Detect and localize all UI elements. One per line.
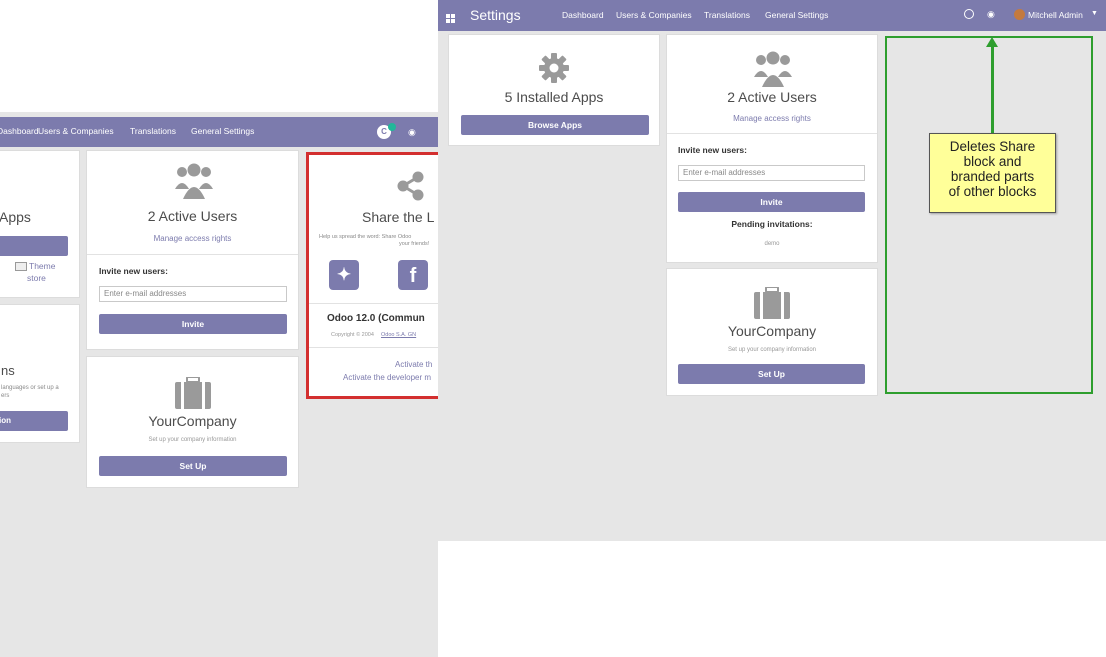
users-group-icon — [752, 51, 794, 87]
share-desc: Help us spread the word: Share Odoo — [319, 234, 412, 240]
translations-desc-2: ers — [1, 393, 10, 399]
share-card-highlight: Share the L Help us spread the word: Sha… — [306, 152, 438, 399]
annotation-note: Deletes Share block and branded parts of… — [929, 133, 1056, 213]
briefcase-icon — [175, 377, 211, 409]
gear-icon — [538, 52, 570, 84]
annotation-arrow-shaft — [991, 46, 994, 135]
comparison-canvas: Dashboard Users & Companies Translations… — [0, 0, 1106, 657]
copyright-link[interactable]: Odoo S.A. GN — [381, 332, 416, 338]
activate-developer-assets-link[interactable]: Activate the developer m — [343, 373, 431, 382]
invite-email-input[interactable]: Enter e-mail addresses — [99, 286, 287, 302]
browse-apps-button[interactable]: Browse Apps — [461, 115, 649, 135]
chat-icon[interactable]: ◉ — [408, 127, 416, 138]
twitter-icon[interactable]: ✦ — [329, 260, 359, 290]
nav-translations[interactable]: Translations — [130, 126, 176, 136]
nav-dashboard[interactable]: Dashboard — [562, 10, 604, 20]
company-desc: Set up your company information — [148, 437, 237, 443]
nav-users-companies[interactable]: Users & Companies — [616, 10, 692, 20]
activity-clock-icon[interactable] — [964, 9, 974, 19]
users-card: 2 Active Users Manage access rights Invi… — [86, 150, 299, 350]
nav-general-settings[interactable]: General Settings — [191, 126, 254, 136]
navbar: Settings Dashboard Users & Companies Tra… — [438, 0, 1106, 31]
users-card: 2 Active Users Manage access rights Invi… — [666, 34, 878, 263]
chat-icon[interactable]: ◉ — [987, 9, 995, 20]
annotation-line-2: block and — [963, 154, 1022, 169]
avatar[interactable] — [1014, 9, 1025, 20]
navbar: Dashboard Users & Companies Translations… — [0, 117, 438, 147]
chevron-down-icon[interactable]: ▼ — [1091, 10, 1098, 17]
users-group-icon — [173, 163, 215, 199]
annotation-line-4: of other blocks — [948, 184, 1037, 199]
installed-apps-title: 5 Installed Apps — [504, 89, 604, 105]
apps-menu-icon[interactable] — [446, 10, 455, 28]
invite-label: Invite new users: — [99, 266, 168, 276]
manage-access-link[interactable]: Manage access rights — [667, 114, 877, 123]
company-title: YourCompany — [148, 413, 237, 429]
divider — [87, 254, 298, 255]
user-menu[interactable]: Mitchell Admin — [1028, 10, 1083, 20]
translations-card: ns languages or set up a ers ion — [0, 304, 80, 443]
activity-count-badge — [388, 123, 396, 131]
theme-store-link[interactable]: Theme — [29, 261, 55, 271]
share-title: Share the L — [362, 209, 435, 225]
users-title: 2 Active Users — [727, 89, 817, 105]
divider — [309, 303, 438, 304]
apps-card: Apps Theme store — [0, 150, 80, 298]
annotation-line-1: Deletes Share — [949, 139, 1036, 154]
share-desc-2: your friends! — [399, 241, 430, 247]
copyright-text: Copyright © 2004 — [331, 332, 374, 338]
company-card: YourCompany Set up your company informat… — [86, 356, 299, 488]
app-title: Settings — [470, 7, 521, 23]
nav-general-settings[interactable]: General Settings — [765, 10, 828, 20]
invite-button[interactable]: Invite — [99, 314, 287, 334]
divider — [309, 347, 438, 348]
after-screenshot: Settings Dashboard Users & Companies Tra… — [438, 0, 1106, 541]
translations-desc: languages or set up a — [1, 385, 59, 391]
divider — [667, 133, 877, 134]
nav-dashboard[interactable]: Dashboard — [0, 126, 39, 136]
removed-block-outline — [885, 36, 1093, 394]
apps-card: 5 Installed Apps Browse Apps — [448, 34, 660, 146]
translations-title: ns — [1, 363, 15, 378]
annotation-line-3: branded parts — [950, 169, 1035, 184]
facebook-icon[interactable]: f — [398, 260, 428, 290]
manage-access-link[interactable]: Manage access rights — [87, 234, 298, 243]
apps-title: Apps — [0, 209, 31, 225]
invite-label: Invite new users: — [678, 145, 747, 155]
invite-button[interactable]: Invite — [678, 192, 865, 212]
nav-translations[interactable]: Translations — [704, 10, 750, 20]
company-title: YourCompany — [727, 323, 817, 339]
theme-store-icon[interactable] — [15, 262, 27, 271]
invite-email-input[interactable]: Enter e-mail addresses — [678, 165, 865, 181]
nav-users-companies[interactable]: Users & Companies — [38, 126, 114, 136]
browse-apps-button[interactable] — [0, 236, 68, 256]
odoo-version: Odoo 12.0 (Commun — [327, 313, 425, 324]
company-desc: Set up your company information — [727, 347, 817, 353]
pending-invitation-item[interactable]: demo — [667, 241, 877, 247]
pending-invitations-label: Pending invitations: — [731, 219, 813, 229]
company-card: YourCompany Set up your company informat… — [666, 268, 878, 396]
company-setup-button[interactable]: Set Up — [678, 364, 865, 384]
users-title: 2 Active Users — [147, 208, 238, 224]
share-icon — [396, 171, 424, 206]
load-translation-button[interactable]: ion — [0, 411, 68, 431]
theme-store-link-2[interactable]: store — [27, 273, 46, 283]
annotation-arrow-head — [986, 37, 998, 47]
company-setup-button[interactable]: Set Up — [99, 456, 287, 476]
activate-developer-link[interactable]: Activate th — [395, 360, 432, 369]
before-screenshot: Dashboard Users & Companies Translations… — [0, 112, 438, 657]
briefcase-icon — [754, 287, 790, 319]
